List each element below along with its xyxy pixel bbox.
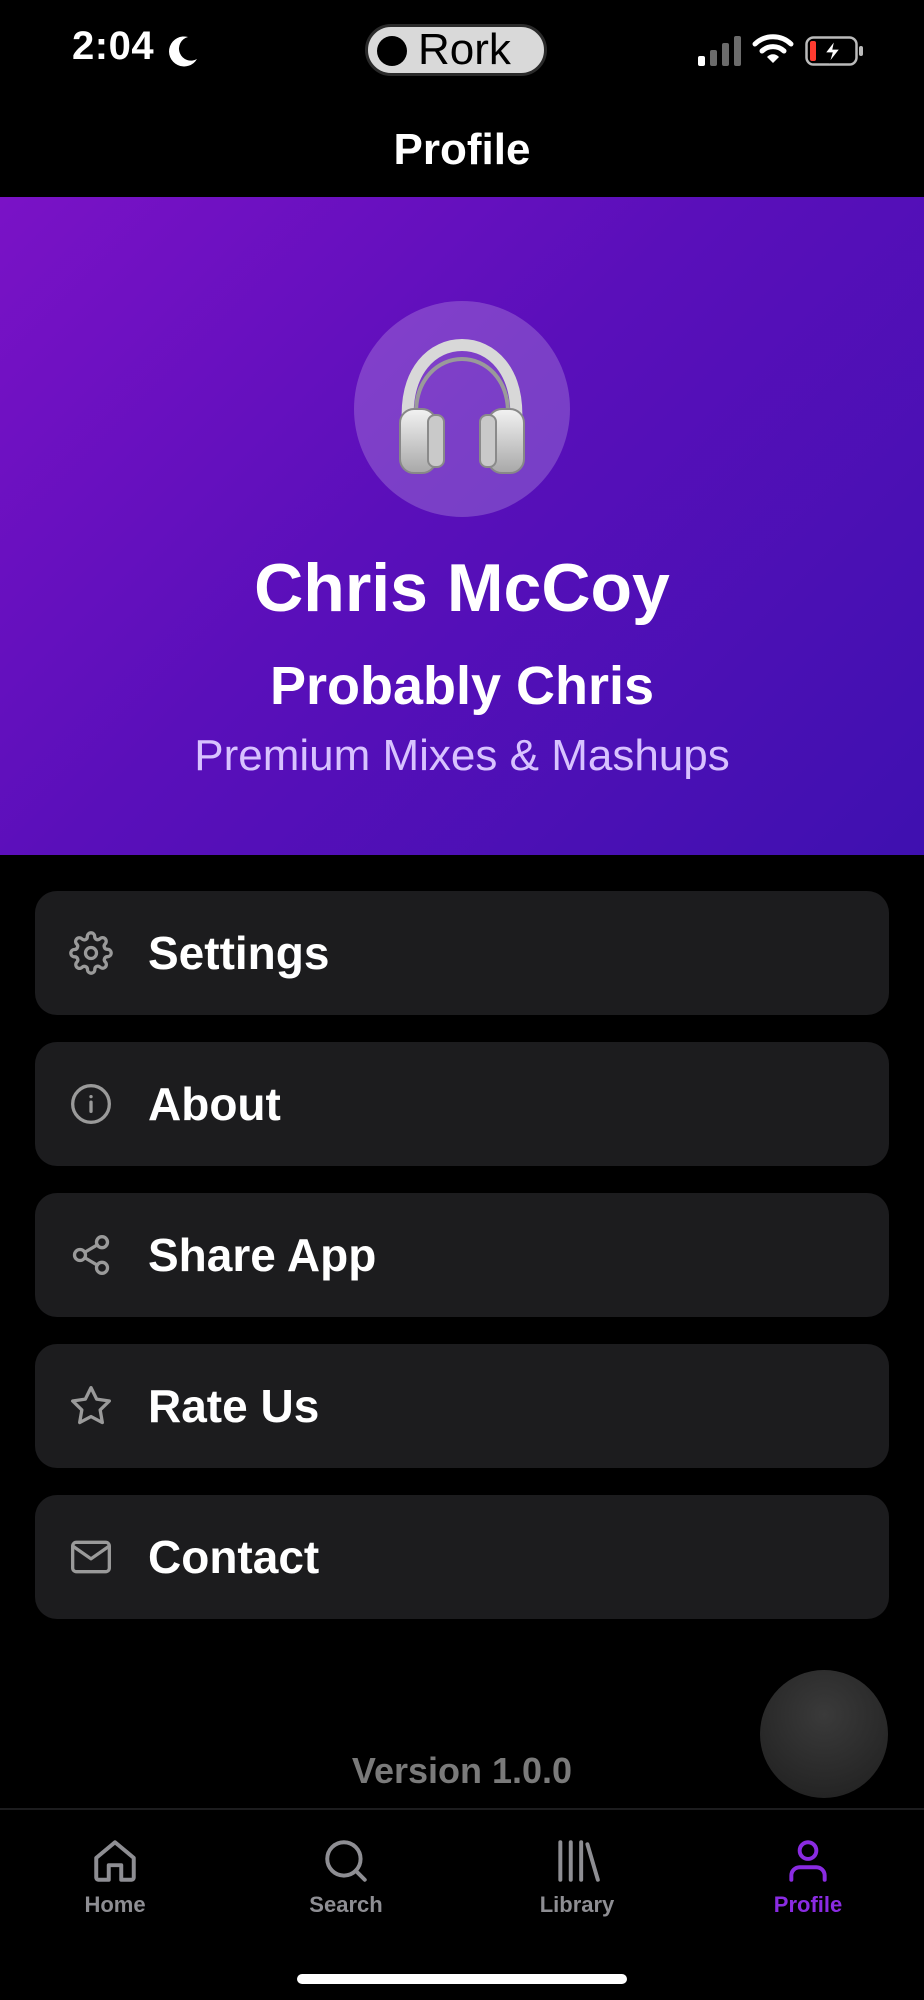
signal-icon [698,36,741,66]
menu-item-settings[interactable]: Settings [35,891,889,1015]
profile-tagline: Premium Mixes & Mashups [194,731,730,780]
moon-icon [169,36,197,67]
tab-library[interactable]: Library [487,1830,667,1930]
carrier-pill-label: Rork [418,25,511,74]
profile-name: Chris McCoy [254,550,670,626]
profile-alias: Probably Chris [269,656,655,716]
info-icon [71,1084,111,1124]
nav-header: Profile [0,110,924,190]
battery-charging-icon [805,36,863,66]
tab-label: Search [309,1892,383,1917]
record-dot-icon [377,36,407,66]
tab-home[interactable]: Home [25,1830,205,1930]
wifi-icon [752,34,794,63]
home-icon [94,1840,136,1882]
profile-hero: Chris McCoy Probably Chris Premium Mixes… [0,197,924,855]
mail-icon [71,1540,111,1574]
gear-icon [69,931,113,975]
home-indicator [297,1974,627,1984]
tab-label: Profile [773,1892,843,1917]
menu-item-label: Settings [148,927,330,979]
menu-item-rate-us[interactable]: Rate Us [35,1344,889,1468]
menu-item-contact[interactable]: Contact [35,1495,889,1619]
status-bar: 2:04 Rork [0,0,924,100]
status-time: 2:04 [72,24,155,68]
tab-label: Home [84,1892,146,1917]
menu-item-label: Contact [148,1531,320,1583]
menu-item-about[interactable]: About [35,1042,889,1166]
tab-bar: Home Search Library Profile [0,1808,924,2000]
menu-item-share-app[interactable]: Share App [35,1193,889,1317]
carrier-pill: Rork [365,24,547,76]
star-icon [71,1386,111,1425]
share-icon [72,1235,110,1275]
user-icon [789,1840,827,1882]
search-icon [325,1840,367,1882]
library-icon [558,1840,600,1882]
headphones-icon [399,339,525,474]
menu-item-label: Rate Us [148,1380,320,1432]
tab-label: Library [539,1892,615,1917]
version-text: Version 1.0.0 [351,1750,573,1791]
page-title: Profile [393,125,531,174]
menu-item-label: Share App [148,1229,377,1281]
tab-search[interactable]: Search [256,1830,436,1930]
tab-profile[interactable]: Profile [718,1830,898,1930]
menu-item-label: About [148,1078,281,1130]
avatar [354,301,570,517]
